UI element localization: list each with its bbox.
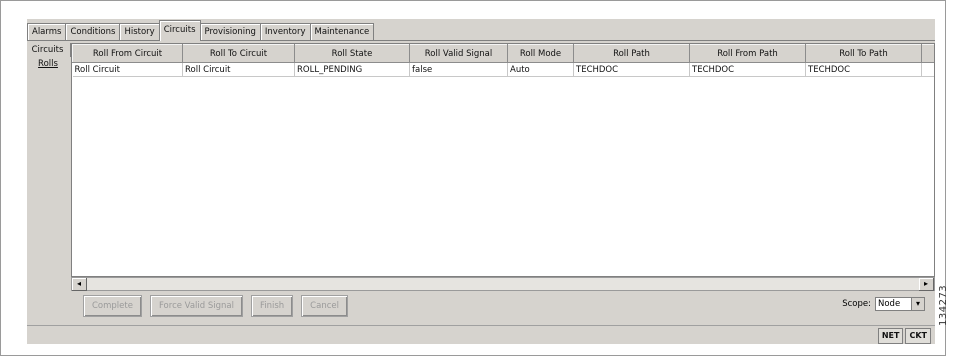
net-view-button[interactable]: NET — [877, 328, 904, 344]
subtab-circuits[interactable]: Circuits — [27, 43, 71, 57]
scroll-left-icon[interactable]: ◂ — [72, 278, 87, 291]
roll-action-buttons: Complete Force Valid Signal Finish Cance… — [83, 295, 348, 317]
table-header-row: Roll From Circuit Roll To Circuit Roll S… — [72, 44, 934, 63]
rolls-table: Roll From Circuit Roll To Circuit Roll S… — [72, 44, 934, 77]
scope-control: Scope: Node ▾ — [842, 297, 925, 311]
table-cell[interactable]: TECHDOC — [573, 62, 690, 77]
horizontal-scrollbar[interactable]: ◂ ▸ — [71, 277, 935, 291]
complete-button[interactable]: Complete — [83, 295, 142, 317]
cancel-button[interactable]: Cancel — [301, 295, 348, 317]
column-header-roll-from-path[interactable]: Roll From Path — [689, 44, 806, 63]
table-cell[interactable]: ROLL_PENDING — [294, 62, 410, 77]
force-valid-signal-button[interactable]: Force Valid Signal — [149, 295, 243, 317]
tab-alarms[interactable]: Alarms — [27, 23, 67, 41]
chevron-down-icon[interactable]: ▾ — [911, 298, 924, 310]
tab-inventory[interactable]: Inventory — [259, 23, 311, 41]
column-header-roll-mode[interactable]: Roll Mode — [507, 44, 574, 63]
tab-history[interactable]: History — [119, 23, 160, 41]
screenshot-frame: Alarms Conditions History Circuits Provi… — [0, 0, 946, 356]
column-header-roll-to-path[interactable]: Roll To Path — [805, 44, 922, 63]
table-cell[interactable]: TECHDOC — [689, 62, 806, 77]
table-cell-filler — [921, 62, 934, 77]
tab-conditions[interactable]: Conditions — [65, 23, 121, 41]
ctc-window: Alarms Conditions History Circuits Provi… — [27, 19, 935, 344]
column-header-roll-state[interactable]: Roll State — [294, 44, 410, 63]
scroll-right-icon[interactable]: ▸ — [919, 278, 934, 291]
table-row[interactable]: Roll Circuit Roll Circuit ROLL_PENDING f… — [72, 62, 934, 77]
scope-value: Node — [878, 299, 901, 309]
rolls-table-panel: Roll From Circuit Roll To Circuit Roll S… — [71, 43, 935, 277]
tab-circuits[interactable]: Circuits — [158, 20, 201, 41]
column-header-roll-to-circuit[interactable]: Roll To Circuit — [182, 44, 295, 63]
table-cell[interactable]: TECHDOC — [805, 62, 922, 77]
subtab-list: Circuits Rolls — [27, 43, 71, 71]
column-header-roll-from-circuit[interactable]: Roll From Circuit — [72, 44, 183, 63]
scope-select[interactable]: Node ▾ — [875, 297, 925, 311]
view-buttons: NET CKT — [877, 328, 931, 344]
tab-maintenance[interactable]: Maintenance — [309, 23, 375, 41]
table-cell[interactable]: Roll Circuit — [72, 62, 183, 77]
table-cell[interactable]: Roll Circuit — [182, 62, 295, 77]
column-header-filler — [921, 44, 934, 63]
status-bar: NET CKT — [27, 325, 935, 344]
scope-label: Scope: — [842, 299, 871, 309]
table-cell[interactable]: Auto — [507, 62, 574, 77]
table-cell[interactable]: false — [409, 62, 508, 77]
column-header-roll-path[interactable]: Roll Path — [573, 44, 690, 63]
main-tab-bar: Alarms Conditions History Circuits Provi… — [27, 19, 375, 41]
subtab-rolls[interactable]: Rolls — [27, 57, 71, 71]
ckt-view-button[interactable]: CKT — [905, 328, 931, 344]
tab-provisioning[interactable]: Provisioning — [199, 23, 261, 41]
figure-number: 134273 — [938, 284, 949, 326]
column-header-roll-valid-signal[interactable]: Roll Valid Signal — [409, 44, 508, 63]
finish-button[interactable]: Finish — [250, 295, 294, 317]
